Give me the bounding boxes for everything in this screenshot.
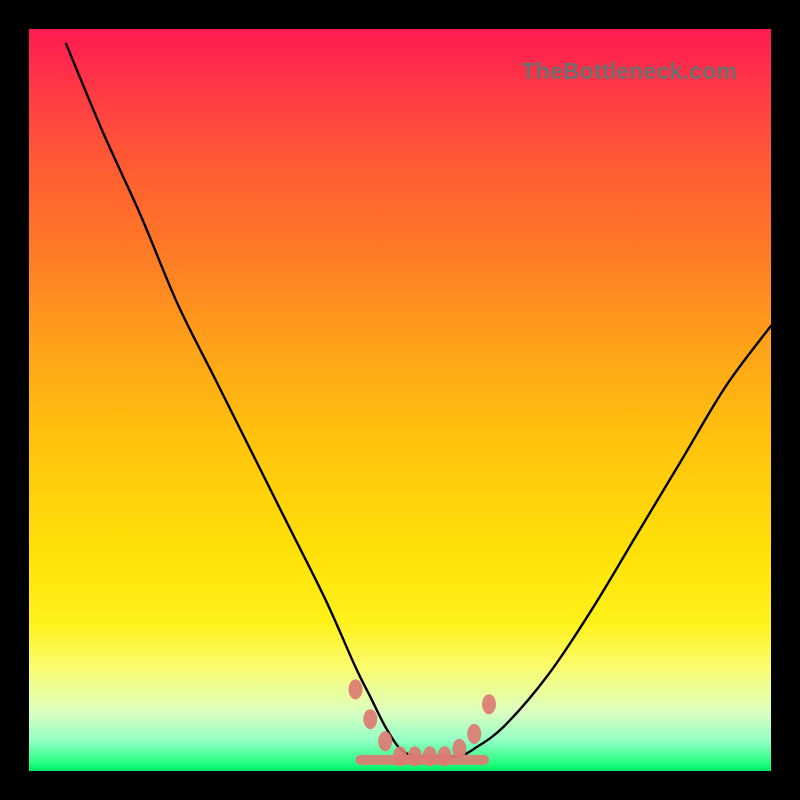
curve-marker [363,709,377,729]
curve-marker [408,746,422,766]
chart-frame: TheBottleneck.com [0,0,800,800]
marker-group [349,679,497,766]
bottom-segment-bar [356,755,490,765]
curve-marker [349,679,363,699]
curve-marker [438,746,452,766]
curve-marker [423,746,437,766]
curve-marker [467,724,481,744]
plot-area: TheBottleneck.com [29,29,771,771]
curve-marker [452,739,466,759]
curve-marker [482,694,496,714]
curve-marker [393,746,407,766]
curve-marker [378,731,392,751]
bottleneck-curve-path [66,44,771,757]
chart-svg [29,29,771,771]
